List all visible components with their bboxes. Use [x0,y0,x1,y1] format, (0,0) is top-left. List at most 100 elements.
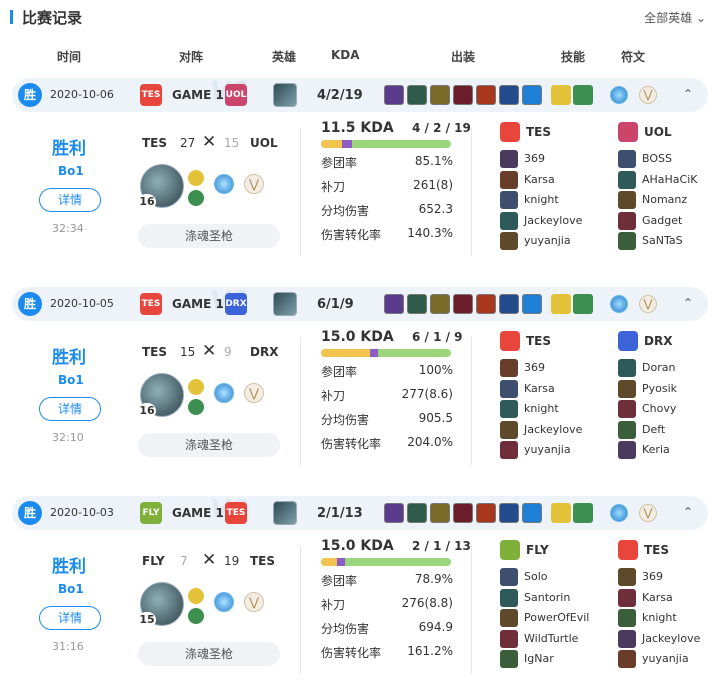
item-2-icon [407,503,427,523]
player-name: Chovy [642,402,677,415]
stat-label: 分均伤害 [321,413,370,427]
player-row[interactable]: yuyanjia [500,441,600,459]
team-b-name: DRX [644,334,673,348]
item-3-icon [430,85,450,105]
collapse-chevron-icon[interactable]: ⌃ [680,504,696,520]
kda-summary: 6/1/9 [317,297,354,312]
match-card: 胜 2020-10-06 TES VS GAME 1 UOL 4/2/19 ⋁ … [12,77,708,278]
item-3-icon [430,294,450,314]
player-name: Keria [642,443,670,456]
kda-bar [321,558,451,566]
item-2-icon [407,294,427,314]
collapse-chevron-icon[interactable]: ⌃ [680,295,696,311]
match-summary-row[interactable]: 胜 2020-10-05 TES VS GAME 1 DRX 6/1/9 ⋁ ⌃ [12,286,708,321]
match-summary-row[interactable]: 胜 2020-10-06 TES VS GAME 1 UOL 4/2/19 ⋁ … [12,77,708,112]
match-history-page: 比赛记录 全部英雄 ⌄ 时间 对阵 英雄 KDA 出装 技能 符文 胜 2020… [0,0,720,700]
details-button[interactable]: 详情 [39,606,101,630]
player-row[interactable]: knight [618,609,718,627]
player-row[interactable]: Karsa [500,170,600,189]
player-row[interactable]: Doran [618,359,718,377]
player-row[interactable]: Deft [618,420,718,439]
title-accent-bar [10,10,13,24]
player-champion-icon [500,211,518,230]
player-row[interactable]: knight [500,400,600,418]
player-row[interactable]: 369 [618,568,718,586]
player-row[interactable]: yuyanjia [500,232,600,250]
player-row[interactable]: IgNar [500,650,600,668]
player-champion-icon [618,650,636,668]
player-champion-icon [500,191,518,209]
divider [471,128,472,256]
stat-value: 85.1% [414,154,453,168]
win-badge: 胜 [18,501,42,525]
hero-filter-dropdown[interactable]: 全部英雄 ⌄ [644,9,706,26]
keystone-icon [214,174,234,194]
player-name: Doran [642,361,676,374]
item-1-icon [384,503,404,523]
player-name: Jackeylove [524,422,583,436]
player-champion-icon [618,191,636,209]
player-row[interactable]: Solo [500,568,600,586]
player-row[interactable]: BOSS [618,150,718,168]
kda-ratio: 11.5 KDA [321,120,394,136]
player-row[interactable]: 369 [500,359,600,377]
player-row[interactable]: knight [500,191,600,209]
stat-row: 参团率 85.1% [321,154,453,174]
player-row[interactable]: PowerOfEvil [500,609,600,627]
player-row[interactable]: Jackeylove [500,420,600,439]
match-result: 胜利 [52,139,86,159]
win-badge: 胜 [18,292,42,316]
stat-value: 78.9% [414,572,453,586]
player-row[interactable]: AHaHaCiK [618,170,718,189]
details-button[interactable]: 详情 [39,397,101,421]
kda-bar-deaths [342,140,352,148]
team-a-name: TES [526,334,552,348]
player-row[interactable]: Jackeylove [618,629,718,648]
versus-cross-icon: ✕ [202,132,217,152]
stat-value: 276(8.8) [401,596,453,610]
stat-row: 补刀 277(8.6) [321,387,453,407]
hero-name: 涤魂圣枪 [138,433,280,457]
kda-detail: 6 / 1 / 9 [412,330,463,344]
details-button[interactable]: 详情 [39,188,101,212]
player-row[interactable]: yuyanjia [618,650,718,668]
match-card: 胜 2020-10-05 TES VS GAME 1 DRX 6/1/9 ⋁ ⌃ [12,286,708,487]
player-row[interactable]: 369 [500,150,600,168]
heal-icon [188,190,204,206]
player-row[interactable]: SaNTaS [618,232,718,250]
player-row[interactable]: Jackeylove [500,211,600,230]
team-b-header: TES [610,538,718,562]
match-result: 胜利 [52,348,86,368]
stat-label: 分均伤害 [321,204,370,218]
series-format: Bo1 [58,373,84,387]
team-right-name: UOL [250,136,278,150]
stat-value: 161.2% [407,644,453,658]
player-row[interactable]: Nomanz [618,191,718,209]
player-champion-icon [500,441,518,459]
player-row[interactable]: Pyosik [618,379,718,398]
match-duration: 32:34 [52,222,84,235]
game-number: GAME 1 [172,297,224,311]
player-champion-icon [500,650,518,668]
player-row[interactable]: Karsa [500,379,600,398]
player-row[interactable]: Karsa [618,588,718,607]
player-name: yuyanjia [524,443,571,456]
player-row[interactable]: Chovy [618,400,718,418]
player-row[interactable]: Gadget [618,211,718,230]
secondary-rune-icon: ⋁ [639,295,657,313]
kda-bar [321,349,451,357]
player-champion-icon [500,588,518,607]
player-row[interactable]: Keria [618,441,718,459]
player-champion-icon [618,359,636,377]
collapse-chevron-icon[interactable]: ⌃ [680,86,696,102]
player-row[interactable]: Santorin [500,588,600,607]
kda-bar-kills [321,349,370,357]
section-header: 比赛记录 全部英雄 ⌄ [0,0,720,34]
player-row[interactable]: WildTurtle [500,629,600,648]
player-champion-icon [500,420,518,439]
team-left-score: 7 [180,554,188,568]
match-summary-row[interactable]: 胜 2020-10-03 FLY VS GAME 1 TES 2/1/13 ⋁ … [12,495,708,530]
player-champion-icon [618,150,636,168]
stat-value: 277(8.6) [401,387,453,401]
divider [300,546,301,674]
